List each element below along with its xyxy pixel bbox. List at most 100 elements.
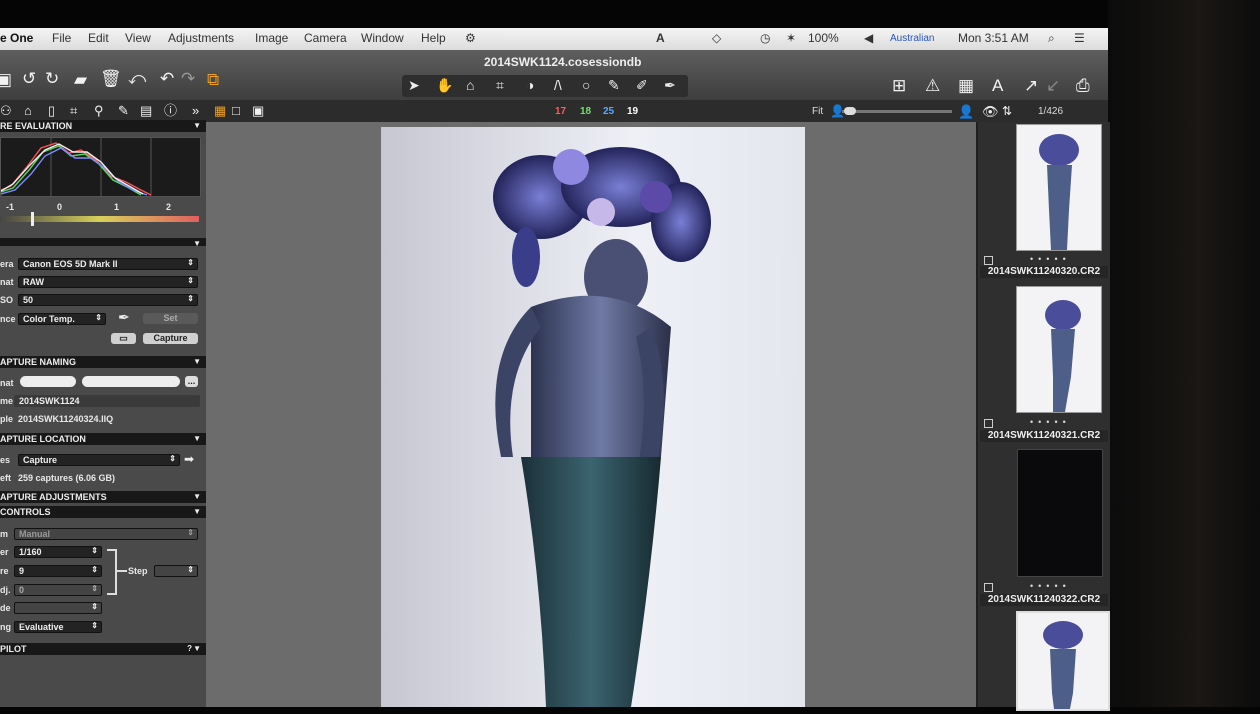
aperture-stepper[interactable]: 9 ⇕ [14,565,102,577]
spot-tool-icon[interactable]: ○ [582,77,590,93]
select-checkbox[interactable] [984,583,993,592]
exposure-evaluation-header[interactable]: RE EVALUATION ▼ [0,120,206,132]
eyedropper-icon[interactable]: ✒ [118,309,130,326]
main-photo[interactable] [381,127,805,707]
brush-tool-icon[interactable]: ✎ [608,77,620,94]
capture-location-header[interactable]: APTURE LOCATION ▼ [0,433,206,445]
select-checkbox[interactable] [984,419,993,428]
multi-view-icon[interactable]: ▦ [214,101,226,121]
import-icon[interactable]: ▣ [0,70,12,90]
naming-options-button[interactable]: ... [185,376,198,387]
program-select[interactable]: Manual ⇕ [14,528,198,540]
select-tool-icon[interactable]: ➤ [408,77,420,94]
thumbnail[interactable] [1016,124,1102,251]
pan-tool-icon[interactable]: ✋ [436,77,453,94]
single-view-icon[interactable]: □ [232,101,240,121]
loupe-tool-icon[interactable]: ⌂ [466,77,474,93]
menu-image[interactable]: Image [255,31,288,45]
metadata-tab-icon[interactable]: ⓘ [164,101,177,121]
variants-icon[interactable]: ⧉ [207,70,219,90]
sort-icon[interactable]: ⇅ [1002,104,1012,118]
bluetooth-icon[interactable]: ✶ [786,31,796,45]
text-icon[interactable]: A [992,76,1003,96]
capture-naming-header[interactable]: APTURE NAMING ▼ [0,356,206,368]
sync-icon[interactable]: ◇ [712,31,721,45]
menu-help[interactable]: Help [421,31,446,45]
adobe-icon[interactable]: A [656,31,665,45]
star-rating[interactable]: ••••• [1030,254,1071,264]
format-select[interactable]: RAW ⇕ [18,276,198,288]
live-view-button[interactable]: ▭ [111,333,136,344]
search-tab-icon[interactable]: ⚲ [94,101,104,121]
keystone-tool-icon[interactable]: /\ [554,77,562,93]
menu-file[interactable]: File [52,31,71,45]
thumbnail-selected[interactable] [1016,611,1110,711]
menu-camera[interactable]: Camera [304,31,347,45]
set-button[interactable]: Set [143,313,198,324]
select-checkbox[interactable] [984,256,993,265]
print-icon[interactable]: ⎙ [1076,76,1090,96]
camera-pilot-header[interactable]: PILOT ? ▼ [0,643,206,655]
timemachine-icon[interactable]: ◷ [760,31,770,45]
capture-adjustments-header[interactable]: APTURE ADJUSTMENTS ▼ [0,491,206,503]
primary-view-icon[interactable]: ▣ [252,101,264,121]
more-tabs-icon[interactable]: » [192,101,199,121]
star-rating[interactable]: ••••• [1030,581,1071,591]
shutter-stepper[interactable]: 1/160 ⇕ [14,546,102,558]
details-tab-icon[interactable]: ▤ [140,101,152,121]
counter-token-pill[interactable] [82,376,180,387]
notification-list-icon[interactable]: ☰ [1074,31,1085,45]
reveal-folder-icon[interactable]: ➡ [184,452,194,466]
rotate-right-icon[interactable]: ↻ [45,69,59,89]
library-tab-icon[interactable]: ⚇ [0,101,12,121]
exposure-adj-stepper[interactable]: 0 ⇕ [14,584,102,596]
capture-tab-icon[interactable]: ⌂ [24,101,32,121]
camera-select[interactable]: Canon EOS 5D Mark II ⇕ [18,258,198,270]
play-icon[interactable]: ◀ [864,31,873,45]
white-balance-select[interactable]: Color Temp. ⇕ [18,313,106,325]
mode-stepper[interactable]: ⇕ [14,602,102,614]
rotate-left-icon[interactable]: ↺ [22,69,36,89]
star-rating[interactable]: ••••• [1030,417,1071,427]
menu-app[interactable]: e One [0,31,33,45]
spotlight-search-icon[interactable]: ⌕ [1048,31,1055,46]
exposure-warning-icon[interactable]: ⚠ [925,76,940,96]
thumbnail[interactable] [1017,449,1103,577]
composition-tab-icon[interactable]: ⌗ [70,101,77,121]
menu-adjustments[interactable]: Adjustments [168,31,234,45]
menu-window[interactable]: Window [361,31,404,45]
step-stepper[interactable]: ⇕ [154,565,198,577]
straighten-tool-icon[interactable]: ◑ [526,77,534,93]
input-source[interactable]: Australian [890,33,934,44]
reset-icon[interactable]: ⤺ [128,69,146,89]
iso-select[interactable]: 50 ⇕ [18,294,198,306]
crop-tool-icon[interactable]: ⌗ [496,77,504,94]
camera-controls-header[interactable]: CONTROLS ▼ [0,506,206,518]
new-folder-icon[interactable]: ▰ [74,70,87,90]
redo-icon[interactable]: ↷ [181,69,195,89]
menu-view[interactable]: View [125,31,151,45]
zoom-slider-handle[interactable] [844,107,856,115]
menu-edit[interactable]: Edit [88,31,109,45]
eye-filter-icon[interactable]: 👁 [982,104,999,120]
menubar-clock[interactable]: Mon 3:51 AM [958,31,1029,45]
picker-tool-icon[interactable]: ✒ [664,77,676,94]
thumbnail[interactable] [1016,286,1102,413]
eraser-tool-icon[interactable]: ✐ [636,77,648,94]
copy-adjustments-icon[interactable]: ↗ [1024,76,1038,96]
pilot-help-icon[interactable]: ? [187,643,192,655]
destination-select[interactable]: Capture ⇕ [18,454,180,466]
undo-icon[interactable]: ↶ [160,69,174,89]
trash-icon[interactable]: 🗑 [100,69,122,89]
metering-stepper[interactable]: Evaluative ⇕ [14,621,102,633]
lens-tab-icon[interactable]: ▯ [48,101,55,121]
camera-section-header[interactable]: ▼ [0,238,206,248]
grid-view-icon[interactable]: ⊞ [892,76,906,96]
apply-adjustments-icon[interactable]: ↙ [1046,76,1060,96]
session-name-field[interactable]: 2014SWK1124 [14,395,200,407]
name-token-pill[interactable] [20,376,76,387]
grid-overlay-icon[interactable]: ▦ [958,76,974,96]
capture-button[interactable]: Capture [143,333,198,344]
zoom-slider[interactable] [842,107,952,115]
script-icon[interactable]: ⚙ [465,31,476,45]
